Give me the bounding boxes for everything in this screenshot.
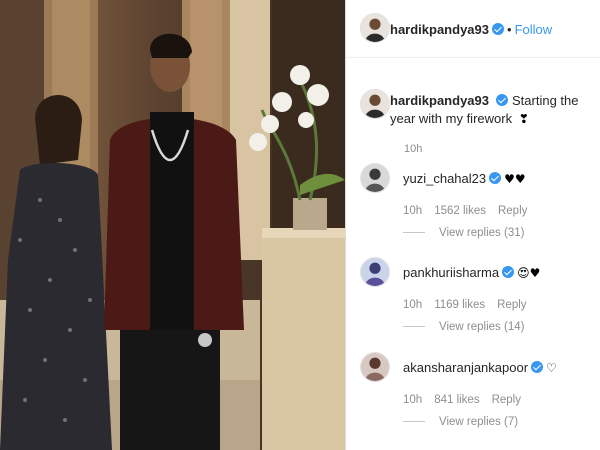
reply-button[interactable]: Reply bbox=[497, 299, 526, 311]
verified-badge-icon bbox=[492, 23, 504, 35]
post-header: hardikpandya93 • Follow bbox=[346, 0, 600, 58]
profile-avatar-icon bbox=[361, 14, 389, 42]
comment-line: akansharanjankapoor ♡ bbox=[403, 360, 557, 375]
comment-meta: 10h 1169 likes Reply bbox=[403, 299, 539, 311]
replies-dash bbox=[403, 232, 425, 234]
caption-timestamp[interactable]: 10h bbox=[404, 143, 422, 155]
avatar[interactable] bbox=[360, 257, 390, 287]
caption-emoji: ❣ bbox=[518, 112, 529, 126]
verified-badge-icon bbox=[489, 172, 502, 184]
view-replies-label: View replies (7) bbox=[439, 416, 519, 428]
view-replies-button[interactable]: View replies (14) bbox=[403, 321, 524, 333]
view-replies-label: View replies (14) bbox=[439, 321, 525, 333]
view-replies-label: View replies (31) bbox=[439, 227, 525, 239]
header-line: hardikpandya93 • Follow bbox=[390, 21, 552, 39]
comment-timestamp[interactable]: 10h bbox=[403, 299, 422, 311]
comment-timestamp[interactable]: 10h bbox=[403, 394, 422, 406]
commenter-avatar-icon bbox=[361, 353, 389, 381]
post-username[interactable]: hardikpandya93 bbox=[390, 22, 489, 37]
comment-meta: 10h 841 likes Reply bbox=[403, 394, 533, 406]
avatar[interactable] bbox=[360, 163, 390, 193]
comment-line: yuzi_chahal23 ♥♥ bbox=[403, 171, 526, 186]
comments-panel: hardikpandya93 • Follow hardikpandya93 Star… bbox=[346, 0, 600, 450]
follow-button[interactable]: Follow bbox=[515, 22, 553, 37]
verified-badge-icon bbox=[502, 266, 515, 278]
replies-dash bbox=[403, 326, 425, 328]
comment-emoji: 😍♥ bbox=[517, 266, 541, 280]
avatar[interactable] bbox=[360, 13, 390, 43]
comment-emoji: ♡ bbox=[546, 361, 557, 375]
comment-username[interactable]: pankhuriisharma bbox=[403, 265, 499, 280]
comment-username[interactable]: akansharanjankapoor bbox=[403, 360, 528, 375]
comment-likes[interactable]: 841 likes bbox=[434, 394, 479, 406]
post-photo bbox=[0, 0, 345, 450]
comment-item: yuzi_chahal23 ♥♥ 10h 1562 likes Reply View … bbox=[346, 163, 600, 243]
caption-username[interactable]: hardikpandya93 bbox=[390, 93, 489, 108]
comment-item: pankhuriisharma 😍♥ 10h 1169 likes Reply Vie… bbox=[346, 257, 600, 337]
avatar[interactable] bbox=[360, 352, 390, 382]
reply-button[interactable]: Reply bbox=[498, 205, 527, 217]
comment-line: pankhuriisharma 😍♥ bbox=[403, 265, 540, 280]
commenter-avatar-icon bbox=[361, 164, 389, 192]
comment-meta: 10h 1562 likes Reply bbox=[403, 205, 539, 217]
comment-username[interactable]: yuzi_chahal23 bbox=[403, 171, 486, 186]
comment-item: akansharanjankapoor ♡ 10h 841 likes Reply V… bbox=[346, 352, 600, 432]
view-replies-button[interactable]: View replies (31) bbox=[403, 227, 524, 239]
caption-avatar-icon bbox=[361, 90, 389, 118]
replies-dash bbox=[403, 421, 425, 423]
commenter-avatar-icon bbox=[361, 258, 389, 286]
couple-photo-illustration bbox=[0, 0, 345, 450]
verified-badge-icon bbox=[496, 94, 508, 106]
separator-dot: • bbox=[507, 22, 512, 37]
verified-badge-icon bbox=[531, 361, 544, 373]
comment-likes[interactable]: 1562 likes bbox=[434, 205, 486, 217]
comment-likes[interactable]: 1169 likes bbox=[434, 299, 485, 311]
comment-timestamp[interactable]: 10h bbox=[403, 205, 422, 217]
view-replies-button[interactable]: View replies (7) bbox=[403, 416, 518, 428]
caption: hardikpandya93 Starting the year with my … bbox=[390, 92, 600, 128]
avatar[interactable] bbox=[360, 89, 390, 119]
reply-button[interactable]: Reply bbox=[492, 394, 521, 406]
comment-emoji: ♥♥ bbox=[504, 172, 526, 186]
